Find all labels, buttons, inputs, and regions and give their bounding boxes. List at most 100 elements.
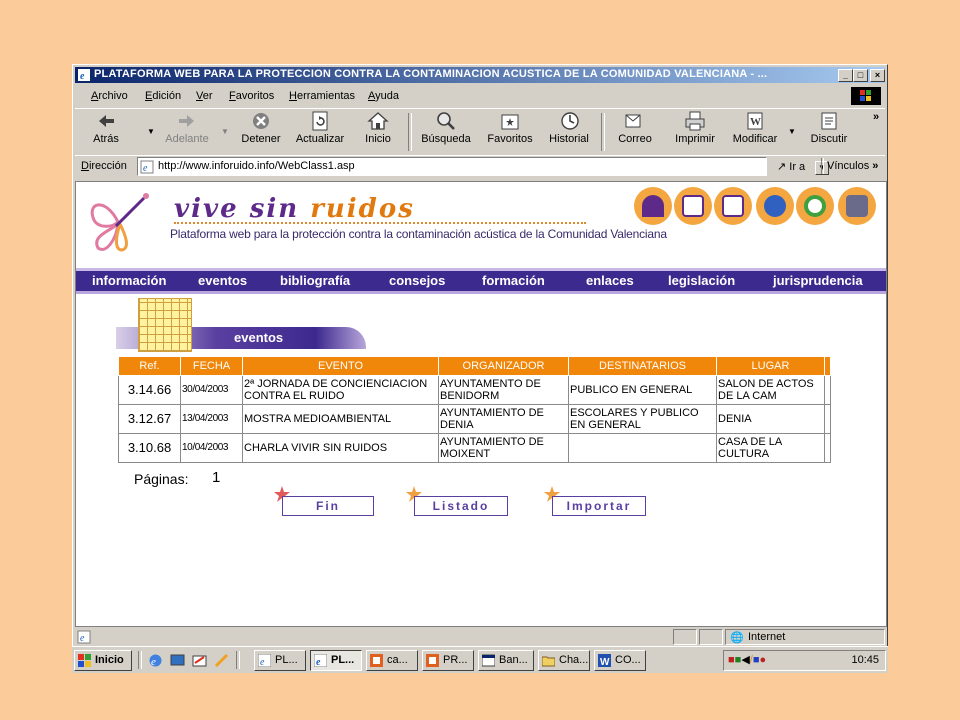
task-button[interactable]: ca...	[366, 650, 418, 671]
cell-ref[interactable]: 3.10.68	[118, 433, 181, 463]
minimize-button[interactable]: _	[838, 69, 853, 82]
title-bar[interactable]: e PLATAFORMA WEB PARA LA PROTECCION CONT…	[75, 67, 885, 83]
listado-button[interactable]: Listado	[414, 496, 508, 516]
zone-label: Internet	[748, 631, 786, 643]
stop-label: Detener	[241, 133, 281, 145]
col-header-ref[interactable]: Ref.	[118, 356, 181, 376]
links-button[interactable]: Vínculos »	[827, 160, 878, 172]
importar-button[interactable]: Importar	[552, 496, 646, 516]
menu-bar: Archivo Edición Ver Favoritos Herramient…	[75, 86, 885, 106]
task-button[interactable]: e PL...	[254, 650, 306, 671]
svg-text:W: W	[600, 657, 610, 667]
cell-lugar: SALON DE ACTOS DE LA CAM	[716, 375, 825, 405]
close-button[interactable]: ×	[870, 69, 885, 82]
ie-page-icon: e	[314, 654, 327, 667]
col-header-fecha[interactable]: FECHA	[180, 356, 243, 376]
search-button[interactable]: Búsqueda	[419, 111, 473, 145]
nav-bibliografia[interactable]: bibliografía	[280, 273, 350, 288]
tray-icons[interactable]: ■■◀/■●	[728, 653, 766, 666]
volume-icon[interactable]: ◀	[741, 654, 749, 666]
badge-envelope-icon[interactable]	[674, 187, 712, 225]
nav-enlaces[interactable]: enlaces	[586, 273, 634, 288]
print-button[interactable]: Imprimir	[673, 111, 717, 145]
home-button[interactable]: Inicio	[361, 111, 395, 145]
badge-speaker-icon[interactable]	[838, 187, 876, 225]
col-header-lugar[interactable]: LUGAR	[716, 356, 825, 376]
cell-ref[interactable]: 3.14.66	[118, 375, 181, 405]
history-icon	[561, 112, 579, 130]
logo-word-vive: vive	[174, 194, 239, 224]
menu-herramientas[interactable]: Herramientas	[289, 90, 355, 102]
history-button[interactable]: Historial	[547, 111, 591, 145]
nav-jurisprudencia[interactable]: jurisprudencia	[773, 273, 863, 288]
svg-text:e: e	[80, 71, 85, 82]
page-link[interactable]: 1	[212, 469, 220, 486]
stop-icon	[253, 113, 269, 129]
edit-button[interactable]: W Modificar	[729, 111, 781, 145]
menu-ayuda[interactable]: Ayuda	[368, 90, 399, 102]
task-button[interactable]: Ban...	[478, 650, 534, 671]
mail-button[interactable]: Correo	[613, 111, 657, 145]
site-logo-text[interactable]: vive sin ruidos	[174, 194, 415, 224]
users-icon[interactable]: ●	[760, 654, 767, 666]
network-icon[interactable]: ■	[728, 654, 735, 666]
start-button[interactable]: Inicio	[74, 650, 132, 671]
outlook-quicklaunch-icon[interactable]	[192, 653, 207, 668]
badge-person-icon[interactable]	[714, 187, 752, 225]
col-header-destinatarios[interactable]: DESTINATARIOS	[568, 356, 717, 376]
badge-bell-icon[interactable]	[634, 187, 672, 225]
task-button-active[interactable]: e PL...	[310, 650, 362, 671]
svg-text:W: W	[750, 116, 761, 128]
task-button[interactable]: PR...	[422, 650, 474, 671]
badge-globe-icon[interactable]	[796, 187, 834, 225]
nav-eventos[interactable]: eventos	[198, 273, 247, 288]
menu-edicion[interactable]: Edición	[145, 90, 181, 102]
ie-page-icon: e	[78, 69, 90, 82]
print-icon	[685, 111, 705, 131]
cell-destinatarios	[568, 433, 717, 463]
col-header-evento[interactable]: EVENTO	[242, 356, 439, 376]
table-row[interactable]: 3.14.66 30/04/2003 2ª JORNADA DE CONCIEN…	[118, 375, 831, 405]
task-button[interactable]: Cha...	[538, 650, 590, 671]
task-button[interactable]: W CO...	[594, 650, 646, 671]
toolbar-overflow-icon[interactable]: »	[873, 111, 879, 123]
favorites-button[interactable]: Favoritos	[485, 111, 535, 145]
stop-button[interactable]: Detener	[239, 111, 283, 145]
forward-dropdown-icon[interactable]: ▼	[221, 127, 229, 136]
cell-evento[interactable]: MOSTRA MEDIOAMBIENTAL	[242, 404, 439, 434]
back-button[interactable]: Atrás	[89, 111, 123, 145]
edit-dropdown-icon[interactable]: ▼	[788, 127, 796, 136]
fin-button[interactable]: Fin	[282, 496, 374, 516]
refresh-button[interactable]: Actualizar	[295, 111, 345, 145]
menu-favoritos[interactable]: Favoritos	[229, 90, 274, 102]
table-row[interactable]: 3.12.67 13/04/2003 MOSTRA MEDIOAMBIENTAL…	[118, 404, 831, 434]
nav-legislacion[interactable]: legislación	[668, 273, 735, 288]
col-header-organizador[interactable]: ORGANIZADOR	[438, 356, 569, 376]
media-icon[interactable]: ■	[753, 654, 760, 666]
cell-evento[interactable]: 2ª JORNADA DE CONCIENCIACION CONTRA EL R…	[242, 375, 439, 405]
badge-document-icon[interactable]	[756, 187, 794, 225]
cell-ref[interactable]: 3.12.67	[118, 404, 181, 434]
go-button[interactable]: ↗ Ir a	[777, 160, 805, 173]
print-label: Imprimir	[675, 133, 715, 145]
browser-window: e PLATAFORMA WEB PARA LA PROTECCION CONT…	[72, 64, 888, 672]
menu-archivo[interactable]: Archivo	[91, 90, 128, 102]
forward-button[interactable]: Adelante	[163, 111, 211, 145]
menu-ver[interactable]: Ver	[196, 90, 213, 102]
taskbar: Inicio e e PL... e PL... ca... PR... Ban…	[72, 646, 888, 673]
nav-informacion[interactable]: información	[92, 273, 166, 288]
maximize-button[interactable]: □	[853, 69, 868, 82]
table-row[interactable]: 3.10.68 10/04/2003 CHARLA VIVIR SIN RUID…	[118, 433, 831, 463]
desktop-quicklaunch-icon[interactable]	[170, 653, 185, 668]
folder-icon	[542, 656, 555, 667]
cell-evento[interactable]: CHARLA VIVIR SIN RUIDOS	[242, 433, 439, 463]
ie-quicklaunch-icon[interactable]: e	[148, 653, 163, 668]
logo-word-ruidos: ruidos	[310, 194, 415, 224]
discuss-button[interactable]: Discutir	[807, 111, 851, 145]
nav-consejos[interactable]: consejos	[389, 273, 445, 288]
channel-quicklaunch-icon[interactable]	[214, 653, 229, 668]
clock[interactable]: 10:45	[851, 654, 879, 666]
back-dropdown-icon[interactable]: ▼	[147, 127, 155, 136]
address-input[interactable]: e http://www.inforuido.info/WebClass1.as…	[137, 157, 829, 176]
nav-formacion[interactable]: formación	[482, 273, 545, 288]
